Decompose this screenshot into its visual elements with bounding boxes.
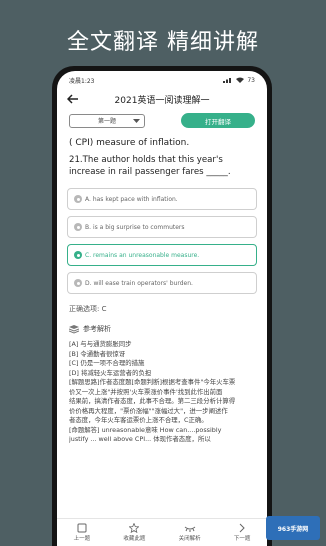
radio-icon <box>74 279 82 287</box>
open-translation-button[interactable]: 打开翻译 <box>181 113 255 128</box>
status-time: 凌晨1:23 <box>69 77 95 85</box>
status-indicators: 73 <box>223 77 255 84</box>
option-letter: B. <box>85 223 92 231</box>
wifi-icon <box>236 77 245 83</box>
analysis-line: [C] 仍是一项不合理的措施 <box>69 359 145 367</box>
option-letter: C. <box>85 251 92 259</box>
passage-text: ( CPI) measure of inflation. <box>69 138 190 148</box>
option-letter: A. <box>85 195 91 203</box>
option-label: has kept pace with inflation. <box>92 195 178 203</box>
analysis-line: justify ... well above CPI... 体现作者态度，所以 <box>69 435 211 443</box>
option-letter: D. <box>85 279 92 287</box>
eye-off-icon <box>184 526 195 532</box>
analysis-line: [A] 与与通货膨胀同步 <box>69 340 132 348</box>
tab-label: 上一题 <box>73 536 91 542</box>
analysis-line: 结果前，搞清作者态度，此事不合理。第二三段分析计算得 <box>69 397 236 405</box>
back-arrow-icon[interactable] <box>67 92 81 106</box>
list-icon <box>77 523 87 533</box>
question-text: 21.The author holds that this year's inc… <box>57 148 267 182</box>
stack-icon <box>69 324 79 334</box>
tab-label: 关闭解析 <box>178 536 201 542</box>
site-watermark-logo: 963手游网 <box>266 516 320 540</box>
option-d[interactable]: D. will ease train operators' burden. <box>67 272 257 294</box>
radio-icon <box>74 251 82 259</box>
chevron-down-icon <box>133 118 140 123</box>
option-label: remains an unreasonable measure. <box>93 251 200 259</box>
radio-icon <box>74 195 82 203</box>
next-question-button[interactable]: 下一题 <box>233 523 251 542</box>
question-controls: 第一题 打开翻译 <box>57 109 267 134</box>
option-c[interactable]: C. remains an unreasonable measure. <box>67 244 257 266</box>
analysis-line: 价价格再大程度，"票价涨幅""涨幅过大"，进一步阐述作 <box>69 406 228 415</box>
analysis-line: [解题思路]作者态度题[命题判断]根据考查事件"今年火车票 <box>69 378 236 386</box>
next-icon <box>239 523 245 533</box>
tab-label: 下一题 <box>233 536 251 542</box>
question-select[interactable]: 第一题 <box>69 113 145 128</box>
phone-frame: 凌晨1:23 73 2021英语一阅读理解一 第一题 打开翻译 ( CPI) m… <box>52 66 272 546</box>
option-a[interactable]: A. has kept pace with inflation. <box>67 188 257 210</box>
analysis-title: 参考解析 <box>83 325 111 333</box>
option-label: will ease train operators' burden. <box>93 279 193 287</box>
promo-headline: 全文翻译 精细讲解 <box>67 30 259 55</box>
previous-question-button[interactable]: 上一题 <box>73 523 91 542</box>
status-bar: 凌晨1:23 73 <box>57 71 267 89</box>
correct-answer: 正确选项: C <box>57 294 267 314</box>
analysis-line: 价又一次上涨"并按照'火车票涨价事件'找到此作出前面 <box>69 387 223 396</box>
answer-value: C <box>101 305 107 313</box>
signal-icon <box>223 78 232 83</box>
analysis-line: [B] 令通勤者很惊讶 <box>69 349 126 358</box>
radio-icon <box>74 223 82 231</box>
nav-bar: 2021英语一阅读理解一 <box>57 89 267 109</box>
page-title: 2021英语一阅读理解一 <box>114 95 210 106</box>
analysis-text: [A] 与与通货膨胀同步 [B] 令通勤者很惊讶 [C] 仍是一项不合理的措施 … <box>57 338 267 445</box>
analysis-line: [命题解答] unreasonable意味 How can....possibl… <box>69 425 222 434</box>
analysis-line: 者态度，今年火车客运票价上涨不合理，C正确。 <box>69 416 208 424</box>
favorite-button[interactable]: 收藏此题 <box>123 523 145 542</box>
app-screen: 凌晨1:23 73 2021英语一阅读理解一 第一题 打开翻译 ( CPI) m… <box>57 71 267 546</box>
tab-label: 收藏此题 <box>123 536 146 542</box>
option-label: is a big surprise to commuters <box>92 223 185 231</box>
option-b[interactable]: B. is a big surprise to commuters <box>67 216 257 238</box>
bottom-toolbar: 上一题 收藏此题 关闭解析 下一题 <box>57 518 267 546</box>
star-icon <box>129 523 140 533</box>
battery-level: 73 <box>247 76 255 84</box>
answer-label: 正确选项: <box>69 305 100 313</box>
analysis-line: [D] 将减轻火车运营者的负担 <box>69 368 152 377</box>
analysis-header: 参考解析 <box>57 314 267 338</box>
close-analysis-button[interactable]: 关闭解析 <box>179 523 201 542</box>
question-number: 21. <box>69 155 83 165</box>
question-body: The author holds that this year's increa… <box>69 155 231 177</box>
watermark-text: 963手游网 <box>277 525 309 533</box>
question-select-value: 第一题 <box>97 118 116 125</box>
